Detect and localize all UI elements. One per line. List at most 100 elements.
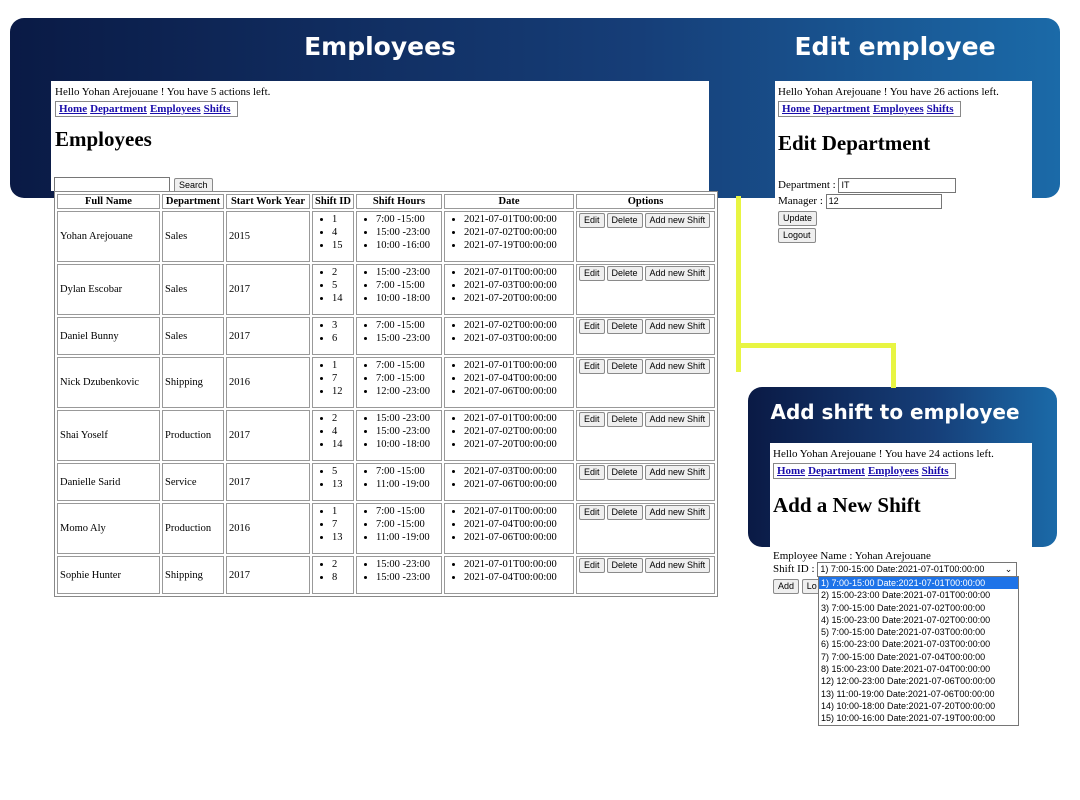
search-input[interactable] [54, 176, 170, 192]
cell-dates-list: 2021-07-01T00:00:002021-07-04T00:00:00 [447, 558, 571, 584]
employees-banner-title: Employees [304, 32, 456, 61]
delete-button[interactable]: Delete [606, 359, 643, 374]
nav-department-link[interactable]: Department [813, 103, 870, 115]
add-new-shift-button[interactable]: Add new Shift [644, 505, 711, 520]
list-item: 5 [332, 279, 351, 292]
nav-shifts-link[interactable]: Shifts [927, 103, 954, 115]
nav-home-link[interactable]: Home [782, 103, 810, 115]
cell-options: Edit Delete Add new Shift [576, 317, 716, 355]
delete-button[interactable]: Delete [606, 465, 643, 480]
add-new-shift-button[interactable]: Add new Shift [644, 266, 711, 281]
shift-option[interactable]: 4) 15:00-23:00 Date:2021-07-02T00:00:00 [819, 614, 1018, 626]
cell-shift-hours: 7:00 -15:007:00 -15:0012:00 -23:00 [356, 357, 442, 408]
nav-employees-link[interactable]: Employees [150, 103, 201, 115]
shift-option[interactable]: 7) 7:00-15:00 Date:2021-07-04T00:00:00 [819, 651, 1018, 663]
add-shift-nav: Home Department Employees Shifts [773, 463, 956, 479]
department-input[interactable]: IT [838, 178, 957, 193]
shift-option[interactable]: 1) 7:00-15:00 Date:2021-07-01T00:00:00 [819, 577, 1018, 590]
table-row: Daniel BunnySales2017367:00 -15:0015:00 … [57, 317, 716, 355]
delete-button[interactable]: Delete [606, 266, 643, 281]
employees-nav: Home Department Employees Shifts [55, 101, 238, 117]
shift-option[interactable]: 14) 10:00-18:00 Date:2021-07-20T00:00:00 [819, 700, 1018, 712]
list-item: 1 [332, 359, 351, 372]
cell-shift-hours-list: 7:00 -15:007:00 -15:0012:00 -23:00 [359, 359, 439, 398]
add-new-shift-button[interactable]: Add new Shift [644, 558, 711, 573]
nav-department-link[interactable]: Department [808, 465, 865, 477]
list-item: 2021-07-03T00:00:00 [464, 465, 571, 478]
shift-option[interactable]: 2) 15:00-23:00 Date:2021-07-01T00:00:00 [819, 589, 1018, 601]
list-item: 7:00 -15:00 [376, 359, 439, 372]
connector-line-horizontal [736, 343, 896, 348]
nav-employees-link[interactable]: Employees [873, 103, 924, 115]
shift-option[interactable]: 5) 7:00-15:00 Date:2021-07-03T00:00:00 [819, 626, 1018, 638]
list-item: 2021-07-01T00:00:00 [464, 266, 571, 279]
connector-line-vertical-bottom [891, 343, 896, 388]
edit-button[interactable]: Edit [579, 213, 605, 228]
shift-option[interactable]: 15) 10:00-16:00 Date:2021-07-19T00:00:00 [819, 712, 1018, 724]
nav-shifts-link[interactable]: Shifts [204, 103, 231, 115]
delete-button[interactable]: Delete [606, 319, 643, 334]
cell-shift-hours: 7:00 -15:0015:00 -23:0010:00 -16:00 [356, 211, 442, 262]
manager-input[interactable]: 12 [825, 194, 942, 209]
cell-dates: 2021-07-03T00:00:002021-07-06T00:00:00 [444, 463, 574, 501]
cell-start-year: 2017 [226, 410, 310, 461]
nav-shifts-link[interactable]: Shifts [922, 465, 949, 477]
add-shift-greeting: Hello Yohan Arejouane ! You have 24 acti… [773, 448, 994, 460]
nav-home-link[interactable]: Home [777, 465, 805, 477]
list-item: 2 [332, 558, 351, 571]
shift-option[interactable]: 6) 15:00-23:00 Date:2021-07-03T00:00:00 [819, 638, 1018, 650]
shift-option[interactable]: 12) 12:00-23:00 Date:2021-07-06T00:00:00 [819, 675, 1018, 687]
employees-table: Full Name Department Start Work Year Shi… [54, 191, 719, 597]
cell-shift-hours: 15:00 -23:007:00 -15:0010:00 -18:00 [356, 264, 442, 315]
add-new-shift-button[interactable]: Add new Shift [644, 213, 711, 228]
cell-full-name: Danielle Sarid [57, 463, 160, 501]
edit-button[interactable]: Edit [579, 266, 605, 281]
cell-shift-hours: 7:00 -15:0011:00 -19:00 [356, 463, 442, 501]
delete-button[interactable]: Delete [606, 505, 643, 520]
shift-select-value: 1) 7:00-15:00 Date:2021-07-01T00:00:00 [820, 564, 985, 574]
cell-dates: 2021-07-01T00:00:002021-07-04T00:00:0020… [444, 503, 574, 554]
list-item: 3 [332, 319, 351, 332]
add-new-shift-button[interactable]: Add new Shift [644, 412, 711, 427]
cell-shift-ids-list: 36 [315, 319, 351, 345]
cell-dates-list: 2021-07-01T00:00:002021-07-02T00:00:0020… [447, 213, 571, 252]
cell-shift-ids: 513 [312, 463, 354, 501]
col-start-year: Start Work Year [226, 194, 310, 209]
cell-shift-ids: 36 [312, 317, 354, 355]
cell-shift-ids-list: 1713 [315, 505, 351, 544]
add-new-shift-button[interactable]: Add new Shift [644, 465, 711, 480]
shift-select[interactable]: 1) 7:00-15:00 Date:2021-07-01T00:00:00 ⌄ [817, 562, 1018, 577]
update-button[interactable]: Update [778, 211, 818, 226]
logout-button[interactable]: Logout [778, 228, 816, 243]
shift-option[interactable]: 3) 7:00-15:00 Date:2021-07-02T00:00:00 [819, 602, 1018, 614]
delete-button[interactable]: Delete [606, 412, 643, 427]
cell-options: Edit Delete Add new Shift [576, 503, 716, 554]
chevron-down-icon: ⌄ [1004, 564, 1013, 574]
edit-button[interactable]: Edit [579, 558, 605, 573]
shift-option[interactable]: 8) 15:00-23:00 Date:2021-07-04T00:00:00 [819, 663, 1018, 675]
delete-button[interactable]: Delete [606, 213, 643, 228]
list-item: 14 [332, 292, 351, 305]
cell-shift-hours-list: 15:00 -23:0015:00 -23:0010:00 -18:00 [359, 412, 439, 451]
list-item: 15:00 -23:00 [376, 266, 439, 279]
delete-button[interactable]: Delete [606, 558, 643, 573]
add-new-shift-button[interactable]: Add new Shift [644, 319, 711, 334]
nav-home-link[interactable]: Home [59, 103, 87, 115]
edit-button[interactable]: Edit [579, 465, 605, 480]
add-button[interactable]: Add [773, 579, 800, 594]
list-item: 2021-07-02T00:00:00 [464, 425, 571, 438]
edit-button[interactable]: Edit [579, 505, 605, 520]
nav-department-link[interactable]: Department [90, 103, 147, 115]
list-item: 7 [332, 518, 351, 531]
shift-option[interactable]: 13) 11:00-19:00 Date:2021-07-06T00:00:00 [819, 688, 1018, 700]
table-row: Danielle SaridService20175137:00 -15:001… [57, 463, 716, 501]
edit-button[interactable]: Edit [579, 412, 605, 427]
add-new-shift-button[interactable]: Add new Shift [644, 359, 711, 374]
list-item: 15:00 -23:00 [376, 571, 439, 584]
shift-dropdown-list[interactable]: 1) 7:00-15:00 Date:2021-07-01T00:00:00 2)… [818, 576, 1019, 726]
edit-button[interactable]: Edit [579, 359, 605, 374]
col-shift-hours: Shift Hours [356, 194, 442, 209]
nav-employees-link[interactable]: Employees [868, 465, 919, 477]
edit-button[interactable]: Edit [579, 319, 605, 334]
list-item: 4 [332, 425, 351, 438]
